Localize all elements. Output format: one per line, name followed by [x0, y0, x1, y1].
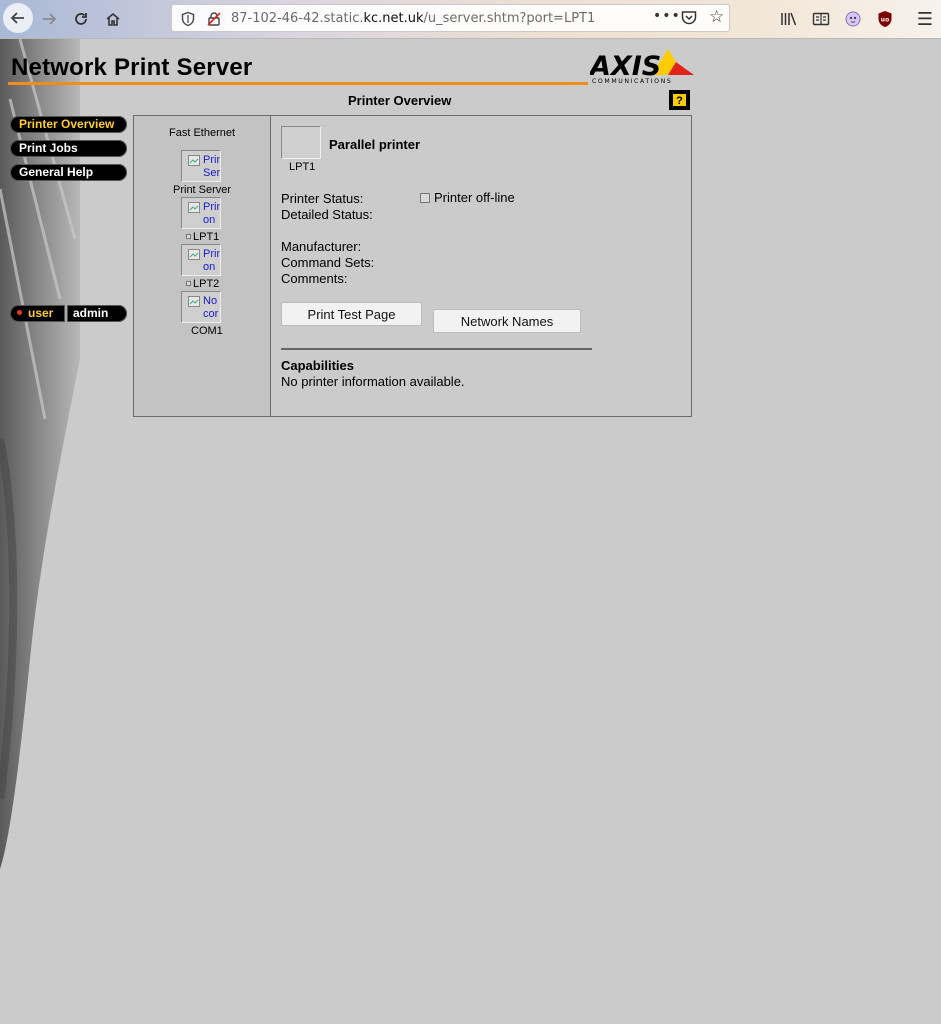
device-lpt2[interactable]: Prin on [181, 244, 221, 276]
hamburger-menu-icon[interactable]: ☰ [914, 8, 936, 30]
axis-logo: AXIS COMMUNICATIONS [590, 49, 694, 85]
network-names-button[interactable]: Network Names [433, 309, 581, 333]
url-text[interactable]: 87-102-46-42.static.kc.net.uk/u_server.s… [231, 11, 595, 26]
device-label-lpt1: LPT1 [193, 231, 220, 243]
printer-type: Parallel printer [329, 137, 421, 152]
help-icon: ? [672, 93, 687, 107]
arrow-left-icon [10, 12, 24, 24]
bookmark-star-icon[interactable]: ☆ [709, 7, 724, 27]
printer-offline-label: Printer off-line [434, 190, 515, 205]
reload-icon [75, 13, 87, 25]
broken-image-icon [188, 155, 200, 166]
device-com1[interactable]: No cor [181, 291, 221, 323]
manufacturer-label: Manufacturer: [281, 239, 362, 254]
page-content: Network Print Server AXIS COMMUNICATIONS… [0, 39, 941, 1024]
extension-avatar-icon[interactable] [842, 8, 864, 30]
capabilities-text: No printer information available. [281, 374, 465, 389]
device-link-text[interactable]: Prin on [203, 248, 220, 274]
device-link-text[interactable]: Prin on [203, 201, 220, 227]
insecure-lock-icon[interactable] [206, 11, 222, 27]
svg-text:uo: uo [881, 17, 889, 24]
ublock-icon[interactable]: uo [874, 8, 896, 30]
help-button[interactable]: ? [669, 90, 690, 110]
reader-view-icon[interactable] [810, 8, 832, 30]
reload-button[interactable] [67, 5, 95, 33]
broken-image-icon [188, 249, 200, 260]
home-button[interactable] [99, 5, 127, 33]
printer-details-panel: LPT1 Parallel printer Printer Status: Pr… [271, 116, 691, 416]
port-label: LPT1 [289, 161, 316, 173]
status-indicator-icon [186, 281, 191, 286]
forward-button[interactable] [35, 5, 63, 33]
shield-icon[interactable] [180, 11, 196, 27]
device-label-print-server: Print Server [173, 184, 232, 196]
active-dot-icon [17, 310, 22, 315]
device-link-text[interactable]: Prin Ser [203, 154, 220, 180]
device-print-server[interactable]: Prin Ser [181, 150, 221, 182]
admin-mode-button[interactable]: admin [67, 305, 127, 322]
device-link-text[interactable]: No cor [203, 295, 218, 321]
user-mode-button[interactable]: user [10, 305, 65, 322]
printer-offline-checkbox[interactable] [420, 193, 430, 203]
command-sets-label: Command Sets: [281, 255, 375, 270]
comments-label: Comments: [281, 271, 348, 286]
browser-toolbar: 87-102-46-42.static.kc.net.uk/u_server.s… [0, 0, 941, 39]
pocket-icon[interactable] [680, 9, 698, 27]
home-icon [106, 12, 120, 26]
axis-logo-subtext: COMMUNICATIONS [592, 78, 672, 85]
back-button[interactable] [3, 3, 33, 33]
library-icon[interactable] [778, 8, 800, 30]
nav-general-help[interactable]: General Help [10, 164, 127, 181]
overview-frame: Fast Ethernet Prin Ser Print Server Prin o… [133, 115, 692, 417]
print-test-page-button[interactable]: Print Test Page [281, 302, 422, 326]
nav-print-jobs[interactable]: Print Jobs [10, 140, 127, 157]
broken-image-icon [188, 296, 200, 307]
network-type-label: Fast Ethernet [169, 127, 236, 139]
capabilities-heading: Capabilities [281, 358, 354, 373]
printer-image-placeholder [281, 126, 321, 159]
section-title: Printer Overview [348, 93, 452, 108]
page-title: Network Print Server [11, 54, 253, 81]
status-indicator-icon [186, 234, 191, 239]
device-label-lpt2: LPT2 [193, 278, 220, 290]
device-label-com1: COM1 [191, 325, 223, 337]
device-tree-panel: Fast Ethernet Prin Ser Print Server Prin o… [134, 116, 271, 416]
printer-status-label: Printer Status: [281, 191, 364, 206]
page-actions-button[interactable]: ••• [653, 8, 681, 24]
nav-printer-overview[interactable]: Printer Overview [10, 116, 127, 133]
detailed-status-label: Detailed Status: [281, 207, 373, 222]
title-divider [8, 82, 588, 85]
decorative-wave-graphic [0, 39, 80, 869]
broken-image-icon [188, 202, 200, 213]
user-mode-label: user [28, 306, 54, 320]
section-divider [281, 348, 592, 350]
arrow-right-icon [43, 13, 57, 25]
url-bar[interactable]: 87-102-46-42.static.kc.net.uk/u_server.s… [171, 4, 730, 32]
device-lpt1[interactable]: Prin on [181, 197, 221, 229]
